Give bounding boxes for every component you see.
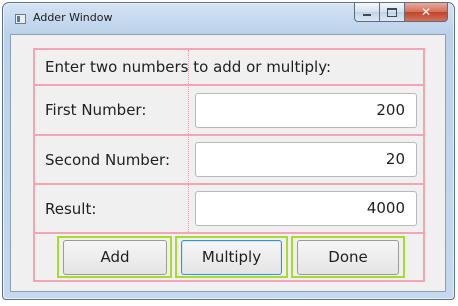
column-divider [188, 50, 189, 232]
app-icon [15, 14, 26, 24]
result-field: 4000 [195, 191, 417, 226]
client-area: Enter two numbers to add or multiply: Fi… [10, 34, 446, 292]
first-number-label: First Number: [45, 101, 147, 119]
multiply-button[interactable]: Multiply [181, 240, 282, 275]
window-title: Adder Window [33, 11, 113, 24]
done-button[interactable]: Done [297, 240, 399, 275]
minimize-button[interactable] [354, 3, 380, 22]
second-number-label: Second Number: [45, 151, 171, 169]
adder-window: Adder Window ✕ Enter two numbers to add … [2, 2, 455, 300]
result-label: Result: [45, 200, 97, 218]
minimize-icon [363, 14, 371, 16]
add-button[interactable]: Add [63, 240, 167, 275]
first-number-field[interactable]: 200 [195, 93, 417, 128]
maximize-button[interactable] [380, 3, 405, 22]
caption-buttons: ✕ [354, 3, 448, 23]
second-number-field[interactable]: 20 [195, 142, 417, 177]
maximize-icon [387, 7, 397, 17]
close-button[interactable]: ✕ [405, 3, 448, 22]
close-icon: ✕ [420, 5, 432, 19]
